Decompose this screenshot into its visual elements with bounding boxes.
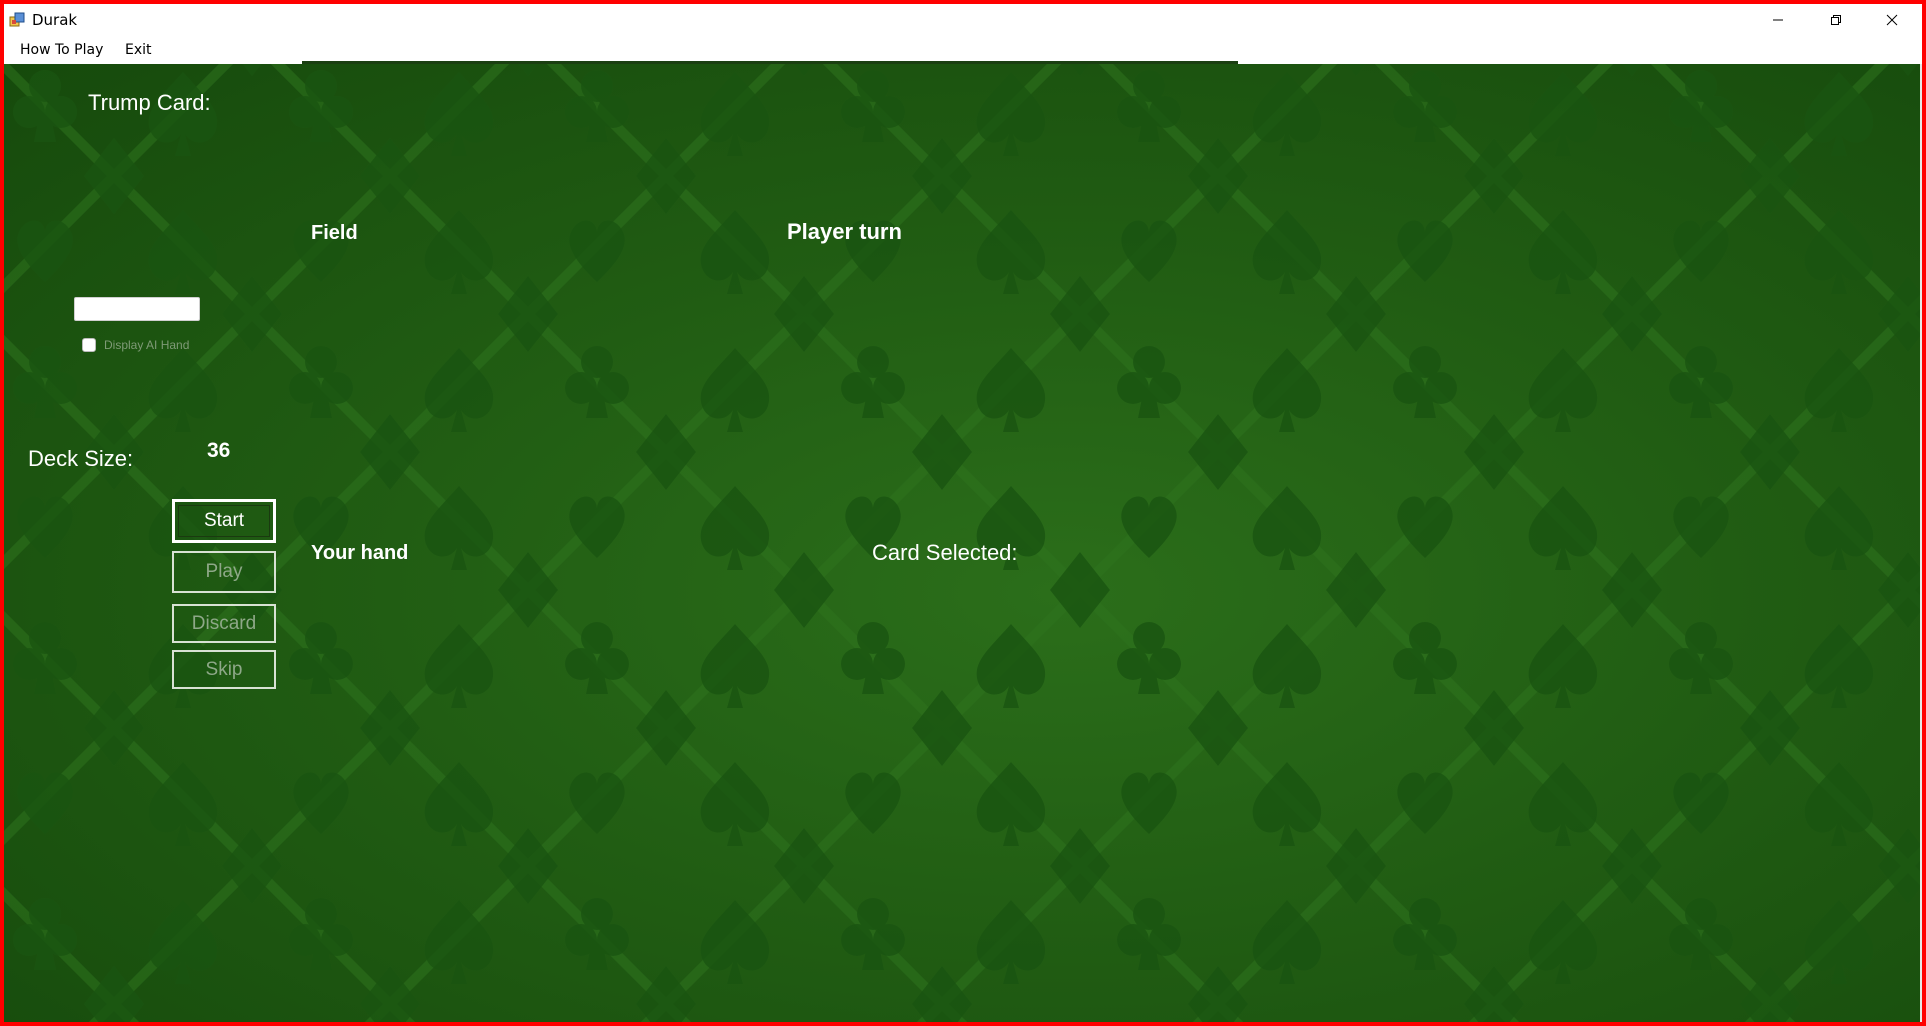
- player-turn-label: Player turn: [787, 219, 902, 244]
- deck-size-value: 36: [207, 439, 231, 462]
- close-icon: [1886, 14, 1898, 26]
- menu-bar: How To Play Exit: [4, 36, 1922, 64]
- game-window: Durak How To Play Exit Trump Card: Field…: [0, 0, 1926, 1026]
- play-button[interactable]: Play: [172, 551, 276, 593]
- window-right-edge: [1920, 64, 1922, 1022]
- display-ai-hand-checkbox[interactable]: [82, 338, 96, 352]
- menu-how-to-play[interactable]: How To Play: [20, 42, 103, 58]
- app-window-icon: [9, 12, 25, 28]
- menu-exit[interactable]: Exit: [125, 42, 152, 58]
- title-bar: Durak: [4, 4, 1922, 36]
- minimize-icon: [1772, 14, 1784, 26]
- trump-card-label: Trump Card:: [88, 90, 211, 115]
- window-title: Durak: [32, 11, 78, 29]
- skip-button[interactable]: Skip: [172, 650, 276, 689]
- deck-size-label: Deck Size:: [28, 446, 134, 471]
- ai-hand-textbox[interactable]: [74, 297, 200, 321]
- restore-button[interactable]: [1808, 4, 1864, 36]
- your-hand-label: Your hand: [311, 542, 409, 564]
- card-selected-label: Card Selected:: [872, 540, 1018, 565]
- minimize-button[interactable]: [1750, 4, 1806, 36]
- display-ai-hand-option[interactable]: Display AI Hand: [82, 338, 189, 352]
- close-button[interactable]: [1864, 4, 1920, 36]
- restore-icon: [1830, 14, 1842, 26]
- field-label: Field: [311, 222, 358, 244]
- start-button[interactable]: Start: [172, 499, 276, 543]
- discard-button[interactable]: Discard: [172, 604, 276, 643]
- game-board: Trump Card: Field Player turn Display AI…: [4, 64, 1922, 1022]
- display-ai-hand-label[interactable]: Display AI Hand: [104, 338, 189, 352]
